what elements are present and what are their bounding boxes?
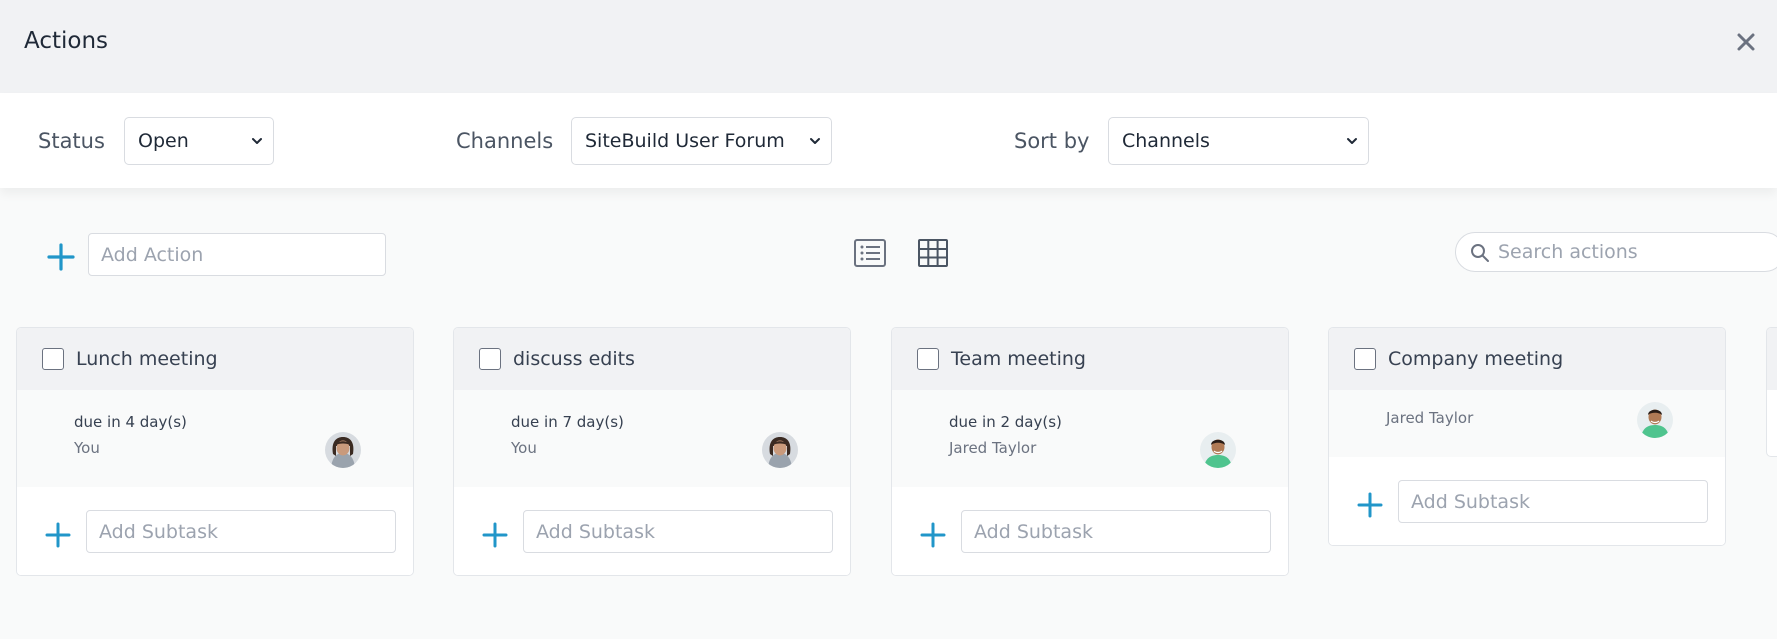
list-view-button[interactable] <box>853 236 887 270</box>
due-text: due in 2 day(s) <box>949 413 1062 431</box>
card-footer <box>454 487 850 575</box>
grid-view-icon <box>918 239 948 267</box>
card-body: Jared Taylor <box>1329 390 1725 457</box>
grid-view-button[interactable] <box>916 236 950 270</box>
card-header <box>1767 328 1777 390</box>
assignee-name: You <box>74 439 100 457</box>
card-footer <box>1329 457 1725 545</box>
action-card: Company meeting Jared Taylor <box>1328 327 1726 546</box>
due-text: due in 4 day(s) <box>74 413 187 431</box>
channels-select[interactable]: SiteBuild User Forum <box>571 117 832 165</box>
card-checkbox[interactable] <box>917 348 939 370</box>
add-subtask-input[interactable] <box>523 510 833 553</box>
plus-icon <box>1357 492 1383 518</box>
close-icon <box>1737 33 1755 51</box>
card-title: discuss edits <box>513 348 635 370</box>
action-card-partial <box>1766 327 1777 457</box>
plus-icon <box>920 522 946 548</box>
card-footer <box>17 487 413 575</box>
status-select-value: Open <box>138 130 189 152</box>
action-card: Team meeting due in 2 day(s) Jared Taylo… <box>891 327 1289 576</box>
action-card: discuss edits due in 7 day(s) You <box>453 327 851 576</box>
plus-icon <box>45 522 71 548</box>
assignee-name: Jared Taylor <box>1386 409 1474 427</box>
plus-icon <box>47 243 75 271</box>
chevron-down-icon <box>1347 138 1357 144</box>
sort-select[interactable]: Channels <box>1108 117 1369 165</box>
card-footer <box>892 487 1288 575</box>
search-box <box>1455 232 1777 272</box>
page-title: Actions <box>24 28 109 54</box>
add-subtask-input[interactable] <box>1398 480 1708 523</box>
status-select[interactable]: Open <box>124 117 274 165</box>
add-subtask-button[interactable] <box>920 522 946 548</box>
user-avatar-icon <box>1637 402 1673 438</box>
chevron-down-icon <box>810 138 820 144</box>
add-subtask-button[interactable] <box>1357 492 1383 518</box>
card-header: Lunch meeting <box>17 328 413 390</box>
status-label: Status <box>38 129 105 153</box>
card-checkbox[interactable] <box>42 348 64 370</box>
avatar[interactable] <box>1200 432 1236 468</box>
card-body: due in 4 day(s) You <box>17 390 413 487</box>
add-subtask-input[interactable] <box>86 510 396 553</box>
user-avatar-icon <box>762 432 798 468</box>
due-text: due in 7 day(s) <box>511 413 624 431</box>
card-header: Company meeting <box>1329 328 1725 390</box>
card-checkbox[interactable] <box>1354 348 1376 370</box>
list-view-icon <box>854 239 886 267</box>
user-avatar-icon <box>325 432 361 468</box>
card-body: due in 2 day(s) Jared Taylor <box>892 390 1288 487</box>
add-subtask-button[interactable] <box>45 522 71 548</box>
channels-label: Channels <box>456 129 554 153</box>
card-title: Company meeting <box>1388 348 1564 370</box>
add-subtask-input[interactable] <box>961 510 1271 553</box>
channels-select-value: SiteBuild User Forum <box>585 130 785 152</box>
card-header: discuss edits <box>454 328 850 390</box>
add-action-button[interactable] <box>46 242 76 272</box>
card-title: Team meeting <box>951 348 1086 370</box>
avatar[interactable] <box>762 432 798 468</box>
modal-header: Actions <box>0 0 1777 93</box>
filter-bar: Status Open Channels SiteBuild User Foru… <box>0 93 1777 188</box>
sort-select-value: Channels <box>1122 130 1210 152</box>
assignee-name: Jared Taylor <box>949 439 1037 457</box>
close-button[interactable] <box>1732 28 1760 56</box>
user-avatar-icon <box>1200 432 1236 468</box>
chevron-down-icon <box>252 138 262 144</box>
search-input[interactable] <box>1498 233 1768 271</box>
card-header: Team meeting <box>892 328 1288 390</box>
assignee-name: You <box>511 439 537 457</box>
plus-icon <box>482 522 508 548</box>
add-action-input[interactable] <box>88 233 386 276</box>
avatar[interactable] <box>1637 402 1673 438</box>
card-body: due in 7 day(s) You <box>454 390 850 487</box>
search-icon <box>1471 244 1489 262</box>
add-subtask-button[interactable] <box>482 522 508 548</box>
card-title: Lunch meeting <box>76 348 218 370</box>
card-checkbox[interactable] <box>479 348 501 370</box>
avatar[interactable] <box>325 432 361 468</box>
sort-label: Sort by <box>1014 129 1090 153</box>
action-card: Lunch meeting due in 4 day(s) You <box>16 327 414 576</box>
